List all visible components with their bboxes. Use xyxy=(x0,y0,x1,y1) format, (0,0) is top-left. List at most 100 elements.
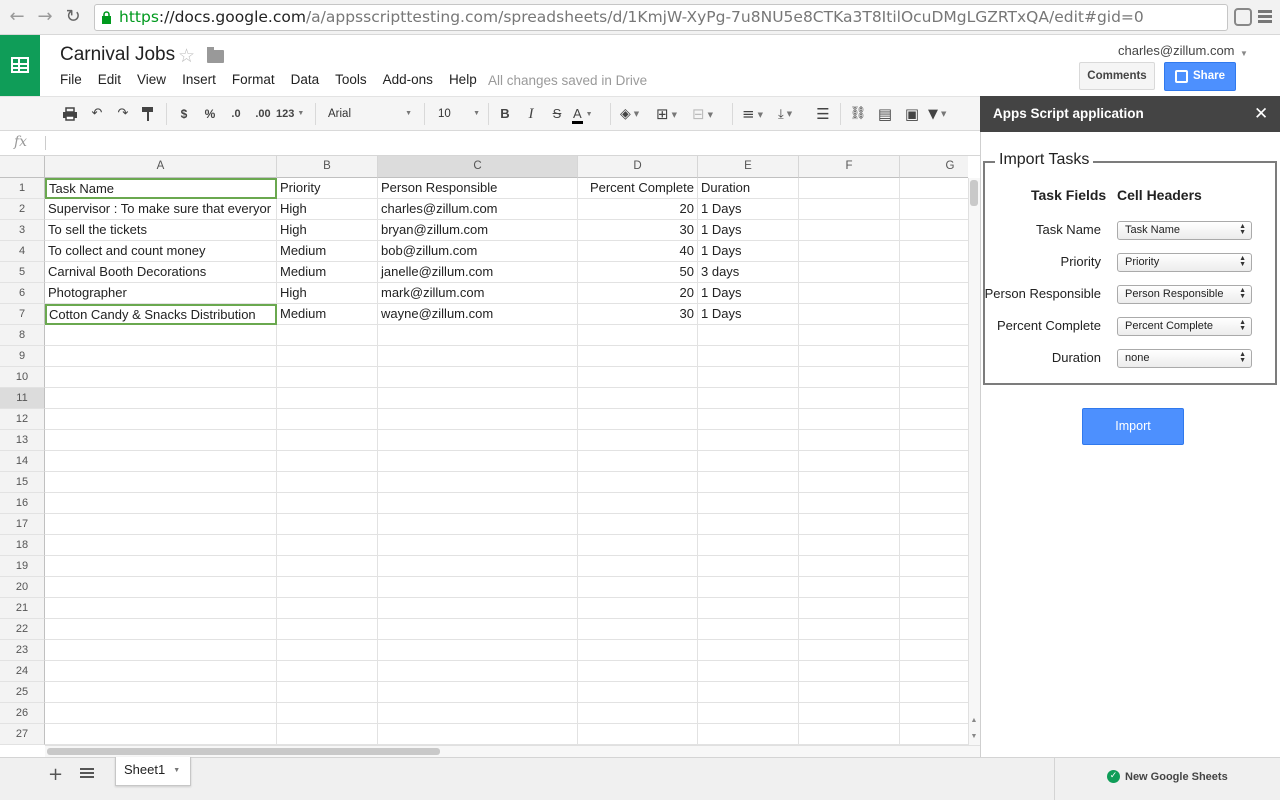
cell-c13[interactable] xyxy=(378,430,578,451)
bold-button[interactable]: B xyxy=(497,105,513,123)
cell-b18[interactable] xyxy=(277,535,378,556)
cell-g1[interactable] xyxy=(900,178,968,199)
cell-b23[interactable] xyxy=(277,640,378,661)
scroll-down-icon[interactable]: ▼ xyxy=(968,733,980,740)
cell-f9[interactable] xyxy=(799,346,900,367)
vertical-scroll-thumb[interactable] xyxy=(970,180,978,206)
cell-g27[interactable] xyxy=(900,724,968,745)
row-header-10[interactable]: 10 xyxy=(0,367,45,388)
cell-header-select-2[interactable]: Person Responsible ▲ ▼ xyxy=(1117,285,1252,304)
cell-b14[interactable] xyxy=(277,451,378,472)
column-header-a[interactable]: A xyxy=(45,156,277,178)
cell-d21[interactable] xyxy=(578,598,698,619)
cell-e23[interactable] xyxy=(698,640,799,661)
cell-g13[interactable] xyxy=(900,430,968,451)
fill-color-icon[interactable]: ◈ ▼ xyxy=(620,105,650,123)
cell-f5[interactable] xyxy=(799,262,900,283)
cell-c26[interactable] xyxy=(378,703,578,724)
cell-d17[interactable] xyxy=(578,514,698,535)
cell-g24[interactable] xyxy=(900,661,968,682)
cell-b1[interactable]: Priority xyxy=(277,178,378,199)
cell-c1[interactable]: Person Responsible xyxy=(378,178,578,199)
cell-b22[interactable] xyxy=(277,619,378,640)
menu-help[interactable]: Help xyxy=(449,72,477,90)
cell-e2[interactable]: 1 Days xyxy=(698,199,799,220)
formula-input[interactable] xyxy=(52,135,952,151)
cell-d8[interactable] xyxy=(578,325,698,346)
cell-a5[interactable]: Carnival Booth Decorations xyxy=(45,262,277,283)
column-header-d[interactable]: D xyxy=(578,156,698,178)
cell-header-select-0[interactable]: Task Name ▲ ▼ xyxy=(1117,221,1252,240)
horizontal-scroll-thumb[interactable] xyxy=(47,748,440,755)
cell-b19[interactable] xyxy=(277,556,378,577)
more-formats-button[interactable]: 123 ▼ xyxy=(276,105,306,123)
cell-a21[interactable] xyxy=(45,598,277,619)
cell-g23[interactable] xyxy=(900,640,968,661)
cell-d24[interactable] xyxy=(578,661,698,682)
cell-e4[interactable]: 1 Days xyxy=(698,241,799,262)
cell-e25[interactable] xyxy=(698,682,799,703)
row-header-22[interactable]: 22 xyxy=(0,619,45,640)
cell-e27[interactable] xyxy=(698,724,799,745)
cell-e10[interactable] xyxy=(698,367,799,388)
cell-d7[interactable]: 30 xyxy=(578,304,698,325)
strikethrough-button[interactable]: S xyxy=(549,105,565,123)
cell-d25[interactable] xyxy=(578,682,698,703)
cell-e12[interactable] xyxy=(698,409,799,430)
row-header-2[interactable]: 2 xyxy=(0,199,45,220)
star-icon[interactable]: ☆ xyxy=(178,45,195,67)
cell-c6[interactable]: mark@zillum.com xyxy=(378,283,578,304)
cell-b27[interactable] xyxy=(277,724,378,745)
italic-button[interactable]: I xyxy=(523,105,539,123)
address-bar[interactable]: https://docs.google.com/a/appsscripttest… xyxy=(94,4,1228,31)
cell-e17[interactable] xyxy=(698,514,799,535)
cell-b21[interactable] xyxy=(277,598,378,619)
currency-format-button[interactable]: $ xyxy=(176,105,192,123)
row-header-19[interactable]: 19 xyxy=(0,556,45,577)
cell-a23[interactable] xyxy=(45,640,277,661)
cell-header-select-1[interactable]: Priority ▲ ▼ xyxy=(1117,253,1252,272)
cell-c9[interactable] xyxy=(378,346,578,367)
cell-e7[interactable]: 1 Days xyxy=(698,304,799,325)
cell-a8[interactable] xyxy=(45,325,277,346)
row-header-6[interactable]: 6 xyxy=(0,283,45,304)
cell-b5[interactable]: Medium xyxy=(277,262,378,283)
cell-d16[interactable] xyxy=(578,493,698,514)
spreadsheet-grid[interactable]: A B C D E F G 1 2 3 4 5 6 7 8 9 10 11 12 13 14 15 16 17 1… xyxy=(0,156,968,745)
cell-f17[interactable] xyxy=(799,514,900,535)
cell-d18[interactable] xyxy=(578,535,698,556)
cell-c25[interactable] xyxy=(378,682,578,703)
cell-f25[interactable] xyxy=(799,682,900,703)
row-header-7[interactable]: 7 xyxy=(0,304,45,325)
cell-f15[interactable] xyxy=(799,472,900,493)
row-header-12[interactable]: 12 xyxy=(0,409,45,430)
cell-e22[interactable] xyxy=(698,619,799,640)
cell-c11[interactable] xyxy=(378,388,578,409)
cell-b17[interactable] xyxy=(277,514,378,535)
decrease-decimals-button[interactable]: .0 xyxy=(226,105,246,123)
cell-b20[interactable] xyxy=(277,577,378,598)
menu-file[interactable]: File xyxy=(60,72,82,90)
cell-f24[interactable] xyxy=(799,661,900,682)
cell-f8[interactable] xyxy=(799,325,900,346)
cell-a2[interactable]: Supervisor : To make sure that everyor xyxy=(45,199,277,220)
row-header-5[interactable]: 5 xyxy=(0,262,45,283)
cell-g15[interactable] xyxy=(900,472,968,493)
cell-b6[interactable]: High xyxy=(277,283,378,304)
cell-a11[interactable] xyxy=(45,388,277,409)
cell-f2[interactable] xyxy=(799,199,900,220)
select-all-corner[interactable] xyxy=(0,156,45,178)
cell-f7[interactable] xyxy=(799,304,900,325)
sheets-logo-icon[interactable] xyxy=(0,35,40,96)
font-family-select[interactable]: Arial ▼ xyxy=(328,105,412,123)
filter-icon[interactable]: ▼ ▼ xyxy=(928,105,962,123)
cell-f10[interactable] xyxy=(799,367,900,388)
borders-icon[interactable]: ⊞ ▼ xyxy=(656,105,688,123)
cell-a17[interactable] xyxy=(45,514,277,535)
cell-g14[interactable] xyxy=(900,451,968,472)
cell-a18[interactable] xyxy=(45,535,277,556)
row-header-17[interactable]: 17 xyxy=(0,514,45,535)
cell-g26[interactable] xyxy=(900,703,968,724)
cell-c19[interactable] xyxy=(378,556,578,577)
cell-g7[interactable] xyxy=(900,304,968,325)
